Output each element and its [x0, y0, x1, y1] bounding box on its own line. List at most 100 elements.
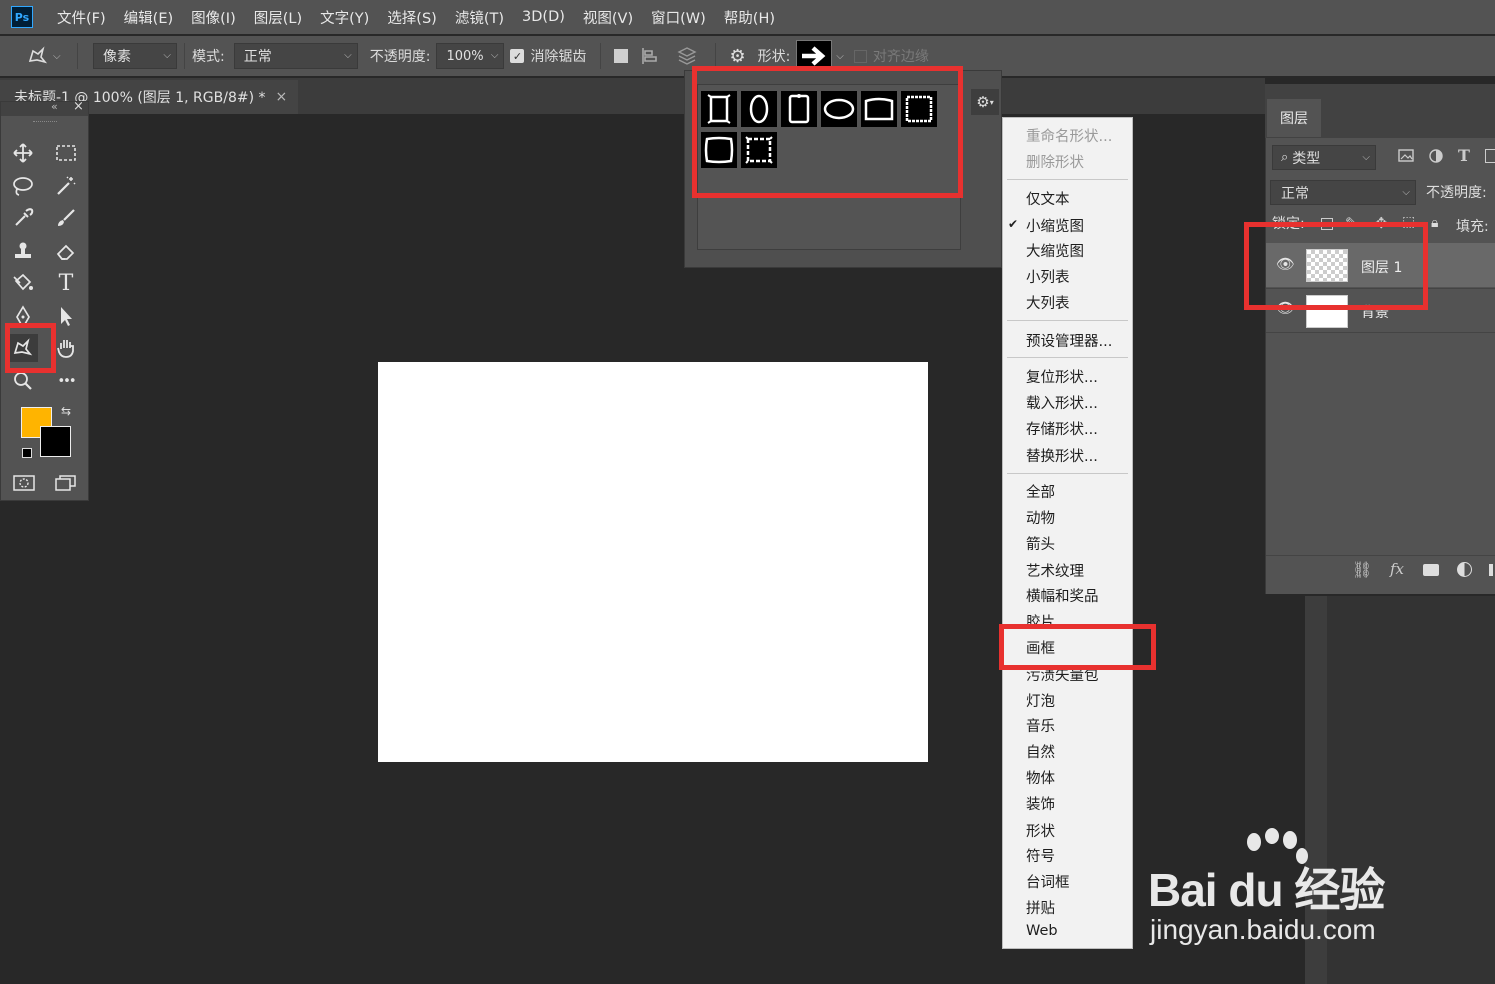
menu-divider — [1007, 179, 1128, 180]
tool-mode-select[interactable]: 像素 ⌵ — [93, 43, 177, 69]
tool-preset-picker[interactable]: ⌵ — [0, 41, 70, 71]
menu-item-objects[interactable]: 物体 — [1026, 767, 1055, 788]
menu-edit[interactable]: 编辑(E) — [124, 7, 173, 28]
stamp-tool-icon[interactable] — [8, 237, 38, 265]
menu-file[interactable]: 文件(F) — [57, 7, 106, 28]
quick-mask-icon[interactable] — [9, 469, 39, 497]
chevron-down-icon: ⌵ — [490, 50, 499, 61]
menu-item-replace-shapes[interactable]: 替换形状... — [1026, 445, 1098, 466]
blend-mode-value: 正常 — [243, 49, 272, 65]
screen-mode-icon[interactable] — [51, 469, 81, 497]
path-arrangement-icon[interactable] — [676, 45, 698, 67]
type-filter-icon[interactable]: T — [1458, 146, 1470, 165]
menu-item-animals[interactable]: 动物 — [1026, 507, 1055, 528]
menu-item-shapes[interactable]: 形状 — [1026, 820, 1055, 841]
menu-item-web[interactable]: Web — [1026, 923, 1058, 939]
layer-blend-mode-select[interactable]: 正常 ⌵ — [1270, 180, 1416, 205]
menu-item-talk-bubbles[interactable]: 台词框 — [1026, 871, 1070, 892]
highlight-frames-item — [999, 624, 1156, 670]
opacity-label: 不透明度: — [369, 49, 431, 65]
eraser-tool-icon[interactable] — [51, 237, 81, 265]
fx-icon[interactable]: fx — [1390, 560, 1404, 578]
chevron-down-icon: ⌵ — [344, 50, 352, 61]
menu-3d[interactable]: 3D(D) — [522, 9, 565, 25]
menu-item-light-bulbs[interactable]: 灯泡 — [1026, 690, 1055, 711]
new-group-icon[interactable] — [1489, 564, 1493, 576]
default-colors-icon[interactable] — [22, 448, 32, 458]
align-edges-checkbox[interactable] — [853, 49, 867, 63]
menu-item-reset-shapes[interactable]: 复位形状... — [1026, 366, 1098, 387]
menu-item-tiles[interactable]: 拼贴 — [1026, 897, 1055, 918]
close-icon[interactable]: × — [276, 89, 288, 105]
marquee-tool-icon[interactable] — [51, 139, 81, 167]
menu-item-nature[interactable]: 自然 — [1026, 741, 1055, 762]
blend-mode-select[interactable]: 正常 ⌵ — [233, 43, 358, 69]
menu-window[interactable]: 窗口(W) — [651, 7, 706, 28]
paint-bucket-tool-icon[interactable] — [8, 269, 38, 297]
align-edges-label: 对齐边缘 — [872, 49, 929, 65]
shape-picker-gear-button[interactable]: ⚙ ▾ — [971, 89, 999, 115]
layer-divider — [1266, 332, 1495, 333]
add-mask-icon[interactable] — [1423, 564, 1439, 576]
menu-type[interactable]: 文字(Y) — [320, 7, 369, 28]
move-tool-icon[interactable] — [8, 139, 38, 167]
arrow-right-icon — [802, 46, 826, 66]
menu-item-text-only[interactable]: 仅文本 — [1026, 188, 1070, 209]
search-icon: ⌕ — [1281, 150, 1289, 165]
menu-item-load-shapes[interactable]: 载入形状... — [1026, 392, 1098, 413]
chevron-down-icon: ⌵ — [53, 50, 61, 62]
opacity-value: 100% — [446, 48, 484, 64]
background-color-swatch[interactable] — [40, 426, 71, 457]
menu-item-small-list[interactable]: 小列表 — [1026, 266, 1070, 287]
menu-item-large-thumbnail[interactable]: 大缩览图 — [1026, 240, 1084, 261]
magic-wand-tool-icon[interactable] — [51, 172, 81, 200]
layer-filter-select[interactable]: ⌕ 类型 ⌵ — [1272, 145, 1376, 170]
menu-item-music[interactable]: 音乐 — [1026, 715, 1055, 736]
swap-colors-icon[interactable]: ⇆ — [61, 404, 71, 418]
adjustment-layer-icon[interactable] — [1457, 562, 1472, 577]
eyedropper-tool-icon[interactable] — [8, 204, 38, 232]
menu-item-all[interactable]: 全部 — [1026, 481, 1055, 502]
menu-view[interactable]: 视图(V) — [583, 7, 633, 28]
menu-help[interactable]: 帮助(H) — [724, 7, 775, 28]
menu-item-preset-manager[interactable]: 预设管理器... — [1026, 330, 1112, 351]
document-canvas[interactable] — [378, 362, 928, 762]
antialias-checkbox[interactable]: ✓ — [510, 49, 525, 63]
grip-handle[interactable] — [33, 121, 57, 123]
menu-item-ornaments[interactable]: 装饰 — [1026, 793, 1055, 814]
menu-item-banners-awards[interactable]: 横幅和奖品 — [1026, 585, 1099, 606]
menu-item-symbols[interactable]: 符号 — [1026, 845, 1055, 866]
menu-item-rename-shape: 重命名形状... — [1026, 129, 1113, 145]
brush-tool-icon[interactable] — [51, 204, 81, 232]
pixel-layer-filter-icon[interactable] — [1396, 147, 1416, 165]
collapse-icon[interactable]: « — [51, 100, 58, 113]
chevron-down-icon: ⌵ — [1402, 187, 1410, 198]
antialias-label: 消除锯齿 — [530, 49, 587, 65]
menu-item-arrows[interactable]: 箭头 — [1026, 533, 1055, 554]
chevron-down-icon[interactable]: ⌵ — [836, 51, 844, 62]
menu-divider — [1007, 357, 1128, 358]
shape-filter-icon[interactable] — [1485, 149, 1495, 163]
menu-layer[interactable]: 图层(L) — [254, 7, 302, 28]
layer-filter-value: 类型 — [1292, 150, 1321, 167]
path-alignment-icon[interactable] — [640, 46, 660, 66]
tab-layers[interactable]: 图层 — [1267, 99, 1321, 137]
close-icon[interactable]: × — [73, 99, 84, 114]
menu-item-artistic-textures[interactable]: 艺术纹理 — [1026, 560, 1084, 581]
highlight-layer-1 — [1244, 222, 1428, 310]
menu-filter[interactable]: 滤镜(T) — [455, 7, 504, 28]
type-tool-icon[interactable]: T — [51, 269, 81, 297]
menu-item-large-list[interactable]: 大列表 — [1026, 292, 1070, 313]
lasso-tool-icon[interactable] — [8, 172, 38, 200]
menu-item-save-shapes[interactable]: 存储形状... — [1026, 418, 1098, 439]
adjustment-filter-icon[interactable] — [1427, 147, 1445, 165]
menu-item-small-thumbnail[interactable]: 小缩览图 — [1026, 215, 1084, 236]
menu-select[interactable]: 选择(S) — [387, 7, 437, 28]
opacity-input[interactable]: 100% ⌵ — [436, 43, 505, 69]
menu-image[interactable]: 图像(I) — [191, 7, 236, 28]
gear-icon[interactable]: ⚙ — [729, 46, 745, 67]
lock-all-icon[interactable]: 🔒︎ — [1431, 215, 1438, 231]
link-layers-icon[interactable]: ⛓︎ — [1352, 560, 1372, 579]
path-operations-icon[interactable] — [614, 49, 629, 63]
check-icon: ✔ — [1008, 217, 1019, 231]
